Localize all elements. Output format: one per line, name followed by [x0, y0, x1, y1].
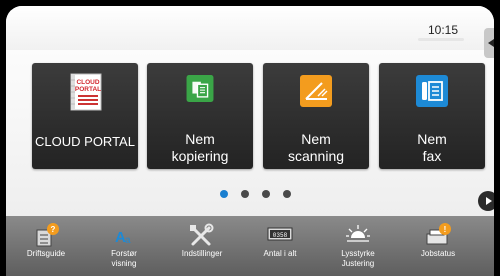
- svg-text:?: ?: [51, 225, 56, 234]
- settings-button[interactable]: Indstillinger: [170, 222, 234, 276]
- system-button-label: Forstør visning: [92, 249, 156, 269]
- clock: 10:15: [428, 23, 459, 37]
- system-button-label: Lysstyrke Justering: [326, 249, 390, 269]
- clock-indicator: [418, 38, 464, 41]
- page-dot[interactable]: [241, 190, 249, 198]
- tile-label: Nem fax: [379, 131, 485, 165]
- tile-label: Nem scanning: [263, 131, 369, 165]
- tile-label-line: Nem: [301, 131, 331, 147]
- tile-label: CLOUD PORTAL: [35, 134, 135, 149]
- tile-easy-copy[interactable]: Nem kopiering: [147, 63, 253, 169]
- operation-guide-icon: ?: [36, 223, 59, 247]
- cloud-portal-icon-text: CLOUD: [76, 79, 99, 86]
- touch-panel-screen: 10:15 CLOUD PORTAL CLOUD PORTAL Nem kopi…: [0, 0, 500, 276]
- job-status-icon: !: [426, 223, 451, 245]
- job-status-button[interactable]: ! Jobstatus: [406, 222, 470, 276]
- tile-label-line: kopiering: [171, 148, 229, 164]
- system-label-line: Justering: [341, 259, 375, 268]
- tile-cloud-portal[interactable]: CLOUD PORTAL CLOUD PORTAL: [32, 63, 138, 169]
- tile-label-line: Nem: [185, 131, 215, 147]
- page-dot[interactable]: [262, 190, 270, 198]
- scan-icon: [300, 75, 332, 107]
- home-screen: 10:15 CLOUD PORTAL CLOUD PORTAL Nem kopi…: [6, 6, 494, 276]
- tile-easy-scan[interactable]: Nem scanning: [263, 63, 369, 169]
- cloud-portal-icon-text: PORTAL: [75, 86, 101, 93]
- page-indicator: [6, 190, 494, 202]
- system-button-label: Indstillinger: [181, 249, 223, 258]
- counter-digits: 0358: [273, 232, 288, 239]
- chevron-left-icon: [488, 39, 494, 47]
- svg-text:!: !: [444, 225, 447, 234]
- system-label-line: Forstør: [111, 249, 137, 258]
- copy-icon: [186, 75, 214, 102]
- status-bar: 10:15: [6, 6, 494, 50]
- total-count-icon: 0358: [267, 227, 293, 241]
- system-bar: ? Driftsguide A a Forstør visning Indsti…: [6, 216, 494, 276]
- settings-tools-icon: [190, 223, 214, 246]
- tile-label-line: fax: [422, 148, 442, 164]
- side-panel-tab[interactable]: [484, 28, 494, 58]
- system-label-line: Lysstyrke: [341, 249, 375, 258]
- tile-label-line: scanning: [287, 148, 345, 164]
- page-dot[interactable]: [220, 190, 228, 198]
- total-count-button[interactable]: 0358 Antal i alt: [248, 222, 312, 276]
- chevron-right-icon: [486, 197, 492, 205]
- tile-label: Nem kopiering: [147, 131, 253, 165]
- system-button-label: Jobstatus: [420, 249, 456, 258]
- tile-easy-fax[interactable]: Nem fax: [379, 63, 485, 169]
- cloud-portal-icon: CLOUD PORTAL: [70, 73, 102, 111]
- operation-guide-button[interactable]: ? Driftsguide: [14, 222, 78, 276]
- brightness-icon: [346, 225, 370, 242]
- enlarge-display-icon: A a: [115, 229, 131, 246]
- brightness-adjust-button[interactable]: Lysstyrke Justering: [326, 222, 390, 276]
- system-button-label: Antal i alt: [263, 249, 297, 258]
- system-button-label: Driftsguide: [26, 249, 66, 258]
- tile-label-line: Nem: [417, 131, 447, 147]
- system-label-line: visning: [111, 259, 137, 268]
- enlarge-display-button[interactable]: A a Forstør visning: [92, 222, 156, 276]
- fax-icon: [416, 75, 448, 107]
- next-page-button[interactable]: [478, 191, 494, 211]
- page-dot[interactable]: [283, 190, 291, 198]
- svg-text:a: a: [125, 235, 131, 246]
